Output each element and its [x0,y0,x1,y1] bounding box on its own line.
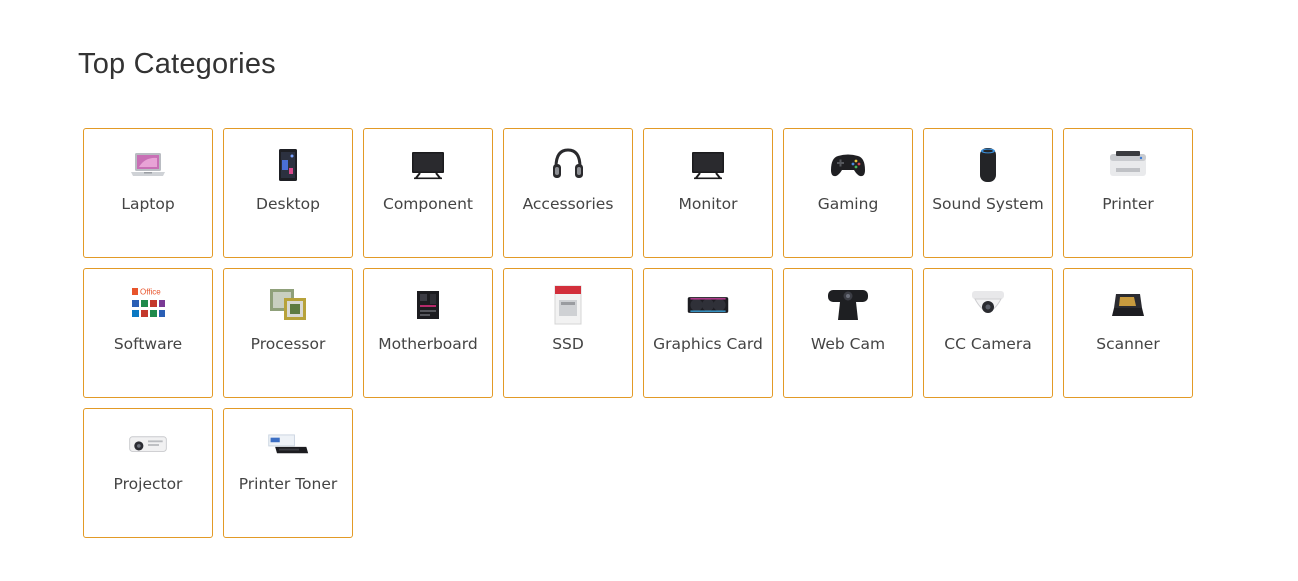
category-card-accessories[interactable]: Accessories [503,128,633,258]
category-label: Gaming [817,195,879,213]
dome-camera-icon [966,286,1010,324]
category-card-projector[interactable]: Projector [83,408,213,538]
category-label: Monitor [678,195,738,213]
ssd-icon [546,285,590,325]
cpu-chip-icon [266,286,310,324]
category-label: Processor [250,335,326,353]
category-label: Printer [1102,195,1154,213]
smart-speaker-icon [966,146,1010,184]
scanner-icon [1106,286,1150,324]
category-card-web-cam[interactable]: Web Cam [783,268,913,398]
laptop-icon [126,146,170,184]
category-card-laptop[interactable]: Laptop [83,128,213,258]
category-grid: Laptop Desktop Component Accessories Mon… [83,128,1203,538]
section-title: Top Categories [78,48,276,80]
category-label: Accessories [522,195,614,213]
category-label: SSD [552,335,584,353]
category-card-gaming[interactable]: Gaming [783,128,913,258]
category-card-motherboard[interactable]: Motherboard [363,268,493,398]
category-label: Desktop [256,195,320,213]
desktop-tower-icon [266,146,310,184]
category-card-cc-camera[interactable]: CC Camera [923,268,1053,398]
headphones-icon [546,146,590,184]
category-label: Sound System [932,195,1044,213]
category-card-scanner[interactable]: Scanner [1063,268,1193,398]
motherboard-icon [406,286,450,324]
monitor-icon [686,146,730,184]
category-label: Software [113,335,183,353]
category-label: Graphics Card [653,335,763,353]
category-label: Laptop [121,195,175,213]
office-brand-text: Office [140,288,161,297]
category-label: CC Camera [944,335,1032,353]
category-card-monitor[interactable]: Monitor [643,128,773,258]
category-label: Web Cam [810,335,886,353]
category-card-printer[interactable]: Printer [1063,128,1193,258]
category-label: Scanner [1096,335,1160,353]
office-suite-icon: Office [126,286,170,324]
category-card-processor[interactable]: Processor [223,268,353,398]
printer-icon [1106,146,1150,184]
gamepad-icon [826,146,870,184]
category-card-sound-system[interactable]: Sound System [923,128,1053,258]
category-label: Component [383,195,473,213]
category-label: Projector [113,475,183,493]
projector-icon [126,426,170,464]
toner-cartridge-icon [266,426,310,464]
category-card-printer-toner[interactable]: Printer Toner [223,408,353,538]
webcam-icon [826,286,870,324]
category-card-desktop[interactable]: Desktop [223,128,353,258]
monitor-screen-icon [406,146,450,184]
graphics-card-icon [686,286,730,324]
category-card-ssd[interactable]: SSD [503,268,633,398]
category-label: Motherboard [378,335,478,353]
category-label: Printer Toner [238,475,338,493]
category-card-component[interactable]: Component [363,128,493,258]
category-card-graphics-card[interactable]: Graphics Card [643,268,773,398]
category-card-software[interactable]: Office Software [83,268,213,398]
